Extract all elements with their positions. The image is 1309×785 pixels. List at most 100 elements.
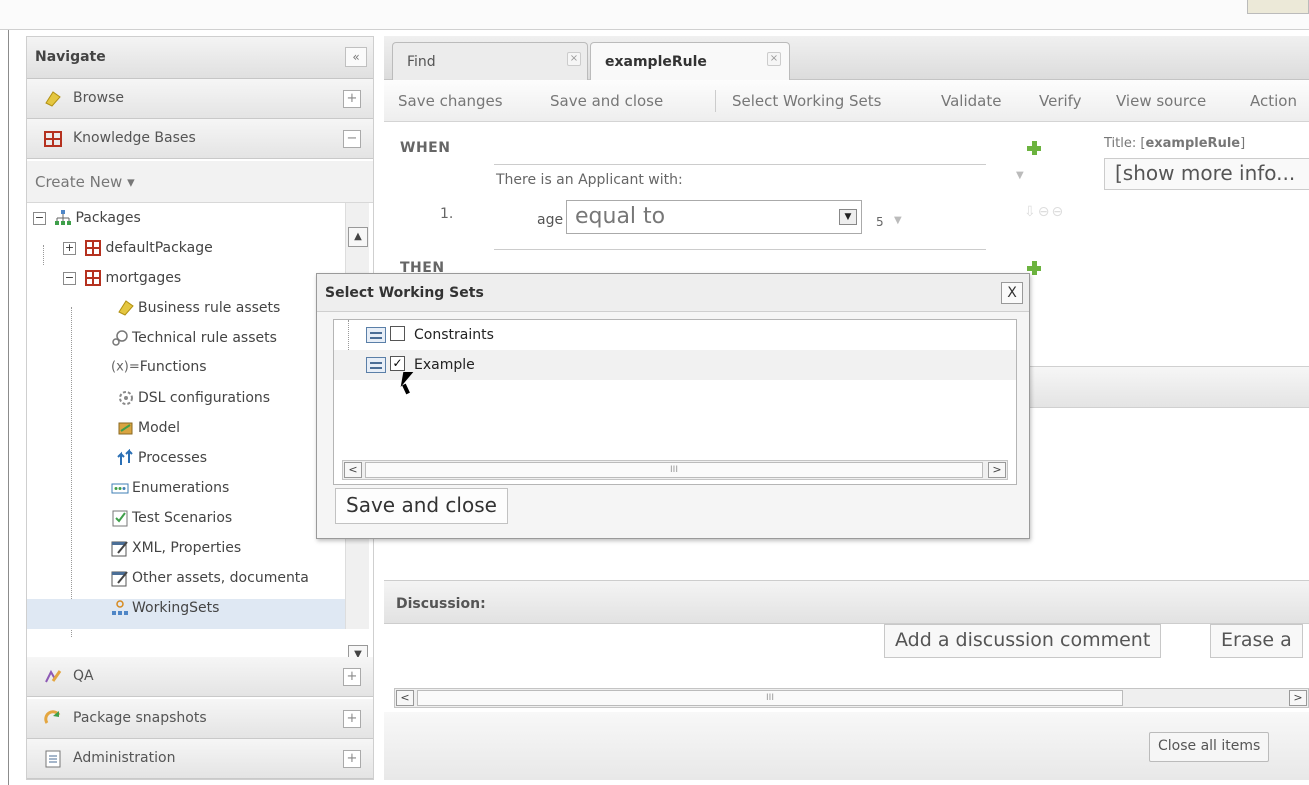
select-working-sets-dialog: Select Working Sets X Constraints ✓ Exam… <box>316 273 1030 539</box>
list-item-label: Example <box>414 357 475 373</box>
tree-item-label: Model <box>138 420 181 436</box>
show-more-info-button[interactable]: [show more info... <box>1104 158 1309 190</box>
chevron-down-icon[interactable]: ▼ <box>1016 170 1024 181</box>
close-icon[interactable]: × <box>567 52 581 66</box>
scroll-thumb[interactable]: III <box>365 462 983 478</box>
process-icon <box>117 449 133 465</box>
tree-node-working-sets[interactable]: WorkingSets <box>27 599 345 629</box>
scroll-left-button[interactable]: < <box>396 690 414 706</box>
editor-horizontal-scrollbar[interactable]: < III > <box>394 688 1309 708</box>
tree-node-enumerations[interactable]: Enumerations <box>111 479 229 509</box>
expand-icon[interactable]: + <box>343 710 361 728</box>
close-icon[interactable]: × <box>767 52 781 66</box>
discussion-header: Discussion: <box>384 580 1309 624</box>
tree-node-business-rule-assets[interactable]: Business rule assets <box>117 299 280 329</box>
tree-node-processes[interactable]: Processes <box>117 449 207 479</box>
expand-icon[interactable]: + <box>343 668 361 686</box>
expand-icon[interactable]: + <box>343 750 361 768</box>
operator-select[interactable]: equal to ▼ <box>566 200 862 234</box>
accordion-knowledge-bases[interactable]: Knowledge Bases − <box>27 119 373 159</box>
tree-node-model[interactable]: Model <box>117 419 180 449</box>
tree-node-test-scenarios[interactable]: Test Scenarios <box>111 509 232 539</box>
scroll-right-button[interactable]: > <box>1289 690 1307 706</box>
value-field[interactable]: 5 <box>876 215 884 229</box>
tree-node-other-assets[interactable]: Other assets, documenta <box>111 569 309 599</box>
scroll-left-button[interactable]: < <box>344 462 362 478</box>
action-menu[interactable]: Action <box>1250 92 1297 110</box>
tree-node-mortgages[interactable]: − mortgages <box>63 269 181 299</box>
tree-node-technical-rule-assets[interactable]: Technical rule assets <box>111 329 277 359</box>
list-item-constraints[interactable]: Constraints <box>334 320 1016 350</box>
document-edit-icon <box>111 541 128 557</box>
tree-node-dsl-configurations[interactable]: DSL configurations <box>117 389 270 419</box>
close-icon[interactable]: X <box>1001 282 1023 304</box>
title-prefix: Title: [ <box>1104 136 1146 151</box>
title-suffix: ] <box>1240 136 1246 151</box>
dialog-horizontal-scrollbar[interactable]: < III > <box>342 460 1008 480</box>
erase-all-button[interactable]: Erase a <box>1210 624 1303 658</box>
tree-node-default-package[interactable]: + defaultPackage <box>63 239 213 269</box>
chevron-down-icon[interactable]: ▼ <box>894 215 902 226</box>
view-source-button[interactable]: View source <box>1116 92 1206 110</box>
scroll-up-button[interactable]: ▲ <box>348 227 368 247</box>
scroll-thumb[interactable]: III <box>417 690 1123 706</box>
list-item-example[interactable]: ✓ Example <box>334 350 1016 380</box>
collapse-icon[interactable]: − <box>343 130 361 148</box>
scroll-right-button[interactable]: > <box>988 462 1006 478</box>
dropdown-arrow-icon[interactable]: ▼ <box>839 209 857 225</box>
tree-item-label: Business rule assets <box>138 300 281 316</box>
expand-icon[interactable]: + <box>343 90 361 108</box>
working-set-icon <box>366 327 386 343</box>
checkbox-constraints[interactable] <box>390 326 405 341</box>
row-actions-icons[interactable]: ⇩⊖⊖ <box>1024 204 1065 220</box>
condition-number: 1. <box>440 206 454 222</box>
close-all-items-button[interactable]: Close all items <box>1149 732 1270 762</box>
save-changes-button[interactable]: Save changes <box>398 92 503 110</box>
tree-collapse-icon[interactable]: − <box>63 271 76 285</box>
navigate-title: Navigate <box>35 49 106 65</box>
accordion-administration[interactable]: Administration + <box>27 739 373 779</box>
accordion-package-snapshots[interactable]: Package snapshots + <box>27 699 373 739</box>
tree-node-functions[interactable]: (x)=Functions <box>111 359 207 389</box>
accordion-browse[interactable]: Browse + <box>27 79 373 119</box>
condition-text[interactable]: There is an Applicant with: <box>496 172 683 188</box>
create-new-menu[interactable]: Create New ▾ <box>27 161 373 203</box>
add-condition-icon[interactable] <box>1026 140 1042 156</box>
window-top-strip <box>0 0 1309 30</box>
administration-icon <box>45 750 61 768</box>
tree-item-label: Processes <box>138 450 208 466</box>
tree-node-default-package-label: defaultPackage <box>105 240 213 256</box>
tree-item-label: Test Scenarios <box>132 510 233 526</box>
tree-node-mortgages-label: mortgages <box>105 270 182 286</box>
dialog-save-and-close-button[interactable]: Save and close <box>335 488 508 524</box>
accordion-browse-label: Browse <box>73 90 124 106</box>
document-edit-icon <box>111 571 128 587</box>
tab-example-rule[interactable]: exampleRule × <box>590 42 790 80</box>
tree-collapse-icon[interactable]: − <box>33 211 46 225</box>
collapse-panel-button[interactable]: « <box>345 47 367 67</box>
tree-node-xml-properties[interactable]: XML, Properties <box>111 539 241 569</box>
accordion-qa-label: QA <box>73 668 94 684</box>
rule-title: Title: [exampleRule] <box>1104 136 1245 151</box>
select-working-sets-button[interactable]: Select Working Sets <box>732 92 881 110</box>
accordion-qa[interactable]: QA + <box>27 657 373 697</box>
editor-tab-bar: Find × exampleRule × <box>384 36 1309 80</box>
save-and-close-button[interactable]: Save and close <box>550 92 663 110</box>
add-discussion-comment-button[interactable]: Add a discussion comment <box>884 624 1162 658</box>
when-label: WHEN <box>400 140 451 156</box>
top-button-fragment[interactable] <box>1247 0 1309 14</box>
tab-find[interactable]: Find × <box>392 42 588 80</box>
dialog-title-bar[interactable]: Select Working Sets X <box>317 274 1029 312</box>
model-icon <box>118 422 133 435</box>
cog-icon <box>119 391 133 405</box>
validate-button[interactable]: Validate <box>941 92 1001 110</box>
create-new-label: Create New ▾ <box>35 173 135 191</box>
operator-select-value: equal to <box>575 204 666 229</box>
working-set-icon <box>366 357 386 373</box>
tab-example-rule-label: exampleRule <box>605 54 707 70</box>
checkbox-example[interactable]: ✓ <box>390 356 405 371</box>
verify-button[interactable]: Verify <box>1039 92 1082 110</box>
tree-expand-icon[interactable]: + <box>63 241 76 255</box>
tree-node-packages[interactable]: − Packages <box>33 209 141 239</box>
tree-item-label: DSL configurations <box>138 390 271 406</box>
